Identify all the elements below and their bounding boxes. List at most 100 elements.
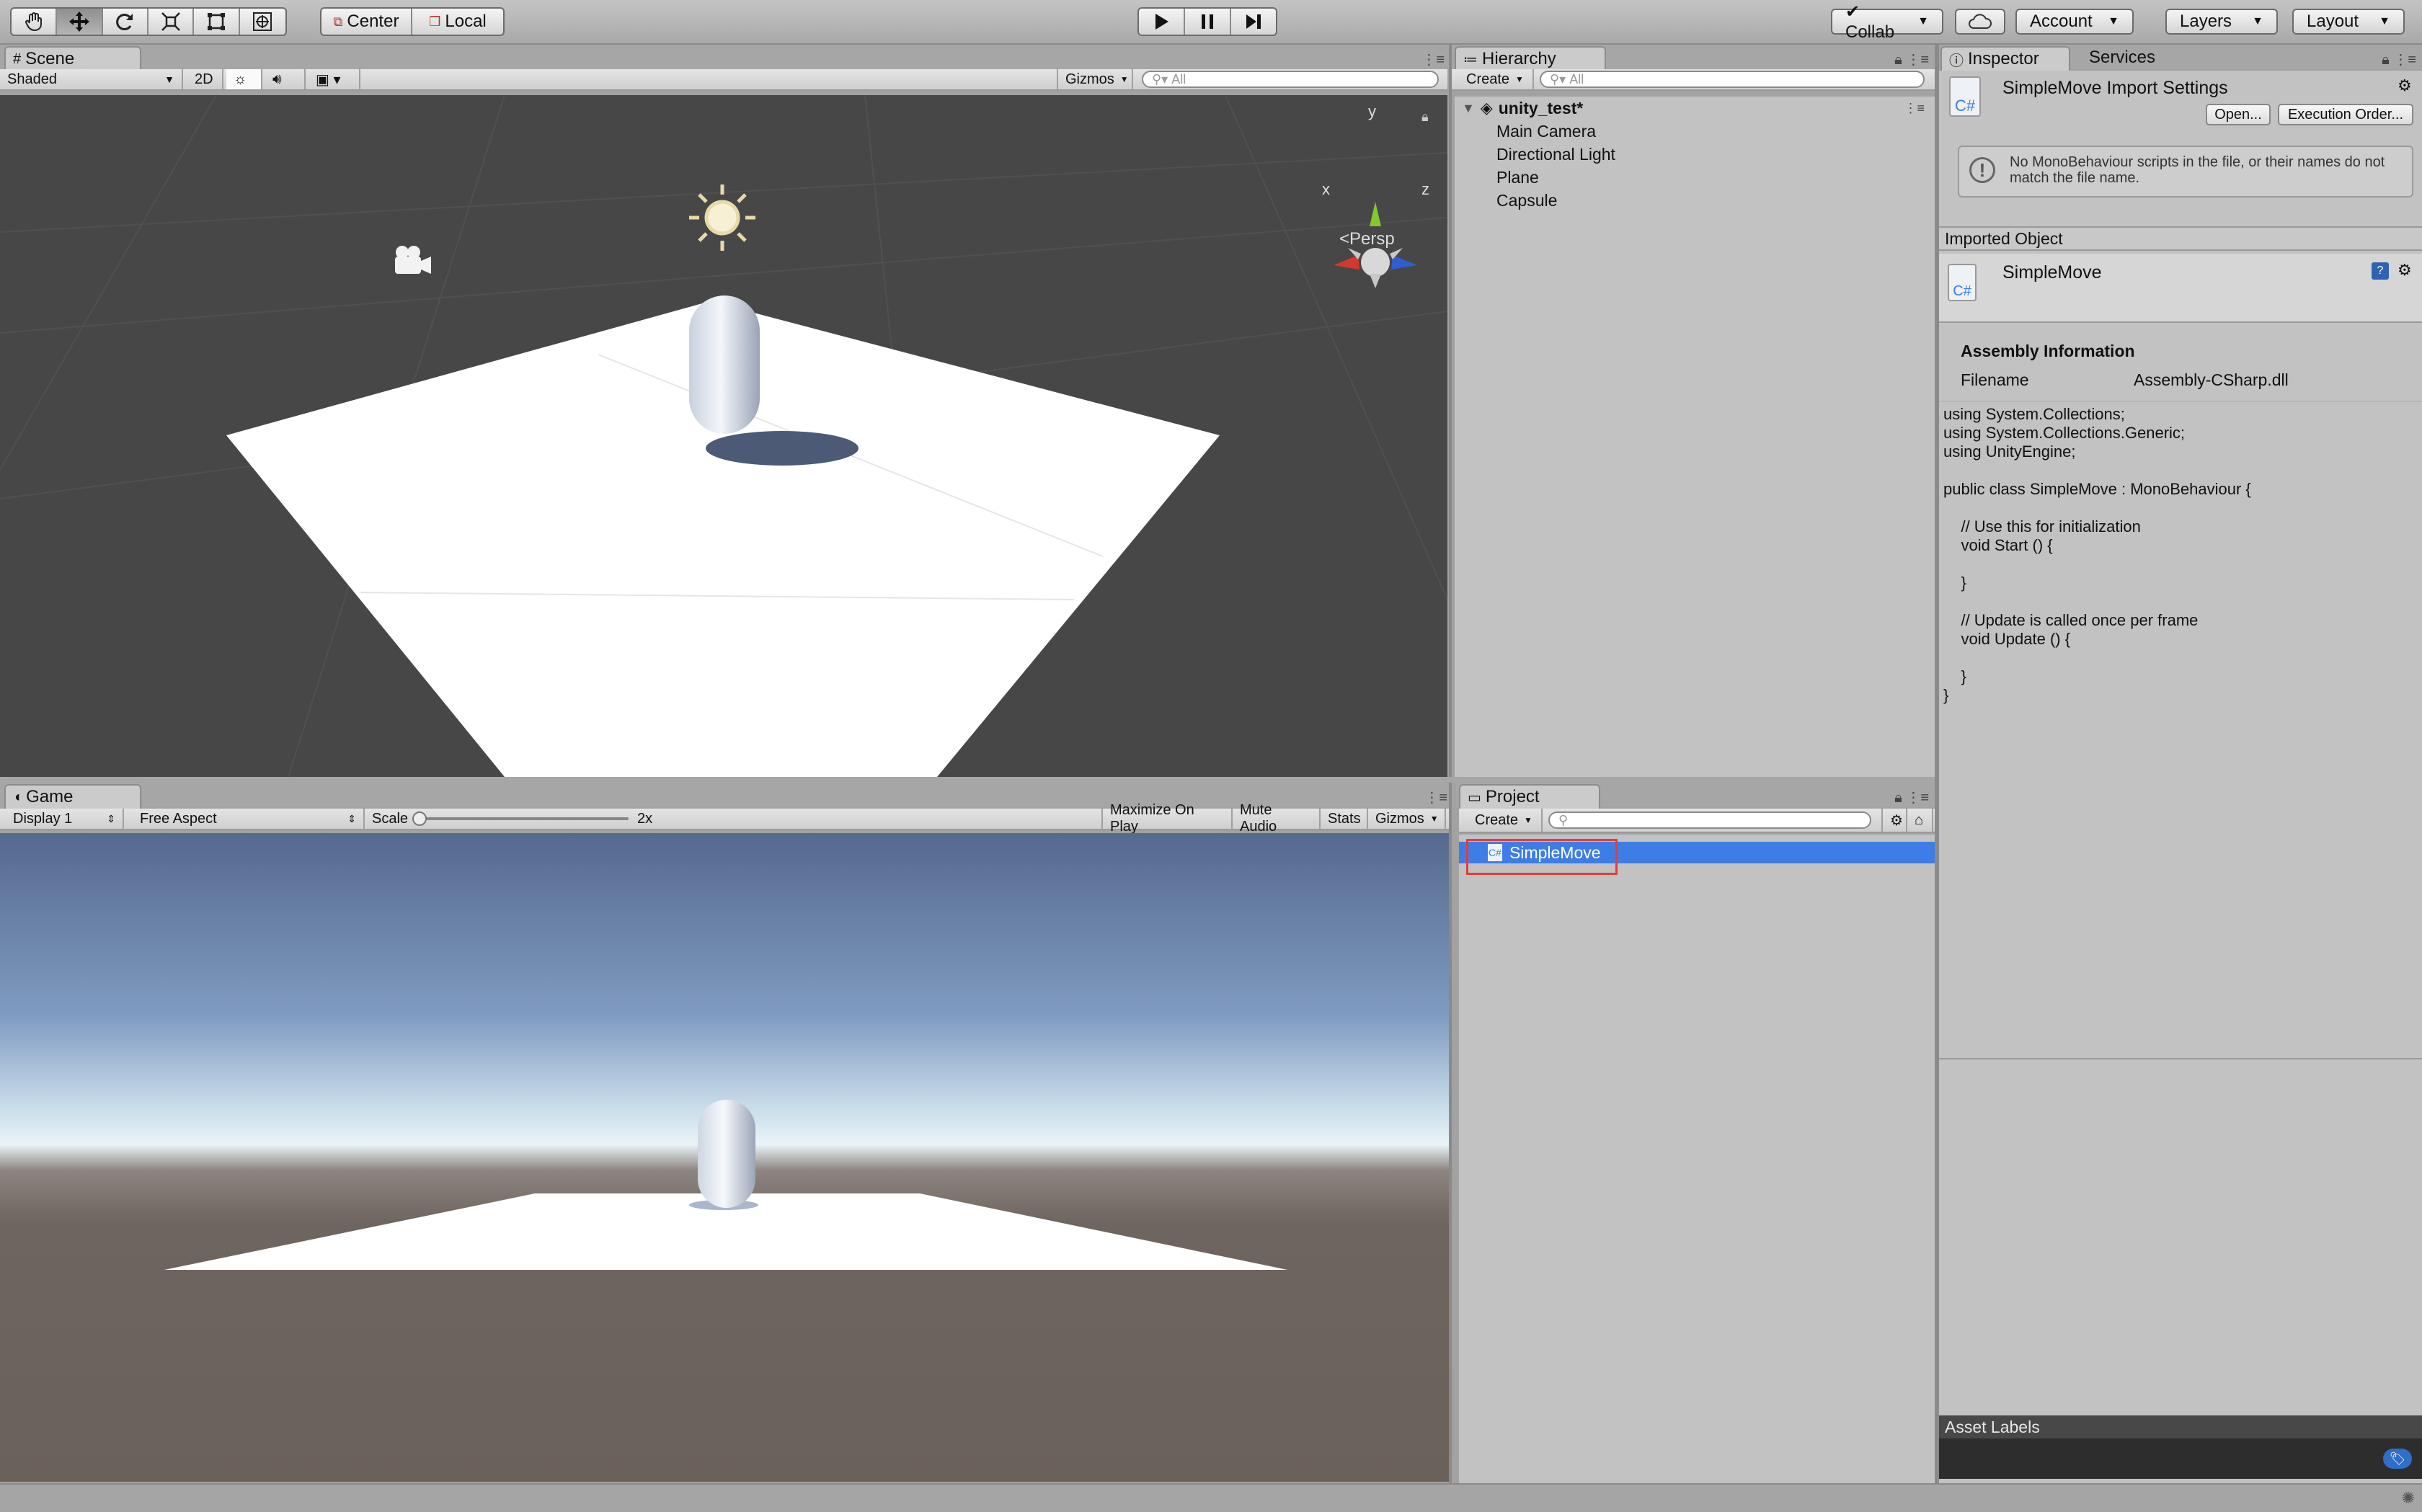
scale-tool-icon[interactable] — [148, 9, 195, 35]
game-tabbar: ◖ Game ⋮≡ — [0, 783, 1452, 809]
mode-2d-button[interactable]: 2D — [187, 69, 223, 89]
pivot-center-button[interactable]: ⧉ Center — [321, 9, 413, 35]
hierarchy-item[interactable]: Plane — [1455, 166, 1935, 189]
vertical-divider[interactable] — [1449, 45, 1452, 1483]
hierarchy-item[interactable]: Main Camera — [1455, 120, 1935, 143]
chevron-down-icon: ▼ — [2379, 15, 2390, 27]
help-icon[interactable]: ? — [2372, 262, 2389, 280]
scene-options-icon[interactable]: ⋮≡ — [1904, 101, 1925, 116]
scene-viewport[interactable]: y x z 🔒︎ <Persp — [0, 95, 1447, 777]
pane-options-icon[interactable]: 🔒︎ ⋮≡ — [1894, 50, 1929, 68]
warning-box: ! No MonoBehaviour scripts in the file, … — [1958, 146, 2413, 197]
horizontal-divider[interactable] — [0, 777, 1935, 783]
vertical-divider[interactable] — [1935, 45, 1939, 1483]
status-bar: ✺ — [0, 1483, 2422, 1512]
game-gizmos-label: Gizmos — [1375, 810, 1424, 827]
grid-icon: # — [13, 50, 22, 67]
imported-object-header: Imported Object — [1939, 226, 2422, 251]
cloud-button[interactable] — [1955, 9, 2005, 35]
hierarchy-item[interactable]: Directional Light — [1455, 143, 1935, 166]
hand-tool-icon[interactable] — [12, 9, 58, 35]
tab-project[interactable]: ▭ Project — [1459, 784, 1600, 809]
aspect-dropdown[interactable]: Free Aspect ⇕ — [133, 809, 365, 829]
project-search-input[interactable]: ⚲ — [1548, 811, 1871, 829]
check-icon: ✔ — [1845, 1, 1860, 22]
account-dropdown[interactable]: Account ▼ — [2015, 9, 2134, 35]
scale-value-container: 2x — [630, 809, 673, 829]
lighting-toggle-icon[interactable]: ☼ — [226, 69, 262, 89]
tab-hierarchy[interactable]: ≔ Hierarchy — [1455, 46, 1606, 71]
csharp-file-icon: C# — [1948, 264, 1977, 301]
layers-label: Layers — [2180, 12, 2232, 31]
tab-game-label: Game — [26, 787, 74, 806]
pause-icon[interactable] — [1185, 9, 1231, 35]
scene-search-input[interactable]: ⚲▾ All — [1142, 71, 1439, 88]
scale-slider-thumb[interactable] — [412, 811, 427, 826]
chevron-down-icon: ▼ — [1429, 814, 1439, 824]
audio-toggle-icon[interactable]: 🔊︎ — [265, 69, 306, 89]
tab-scene[interactable]: # Scene — [4, 46, 141, 71]
display-dropdown[interactable]: Display 1 ⇕ — [6, 809, 124, 829]
csharp-file-icon: C# — [1949, 76, 1981, 117]
game-viewport[interactable] — [0, 833, 1452, 1482]
asset-labels-bar: 🏷︎ — [1939, 1438, 2422, 1479]
hierarchy-create-label: Create — [1466, 71, 1510, 87]
move-tool-icon[interactable] — [57, 9, 103, 35]
tab-game[interactable]: ◖ Game — [4, 784, 141, 809]
scene-gizmos-dropdown[interactable]: Gizmos ▼ — [1057, 69, 1133, 89]
project-create-dropdown[interactable]: Create ▼ — [1468, 809, 1543, 832]
scale-slider-track[interactable] — [412, 811, 629, 826]
rotate-tool-icon[interactable] — [103, 9, 149, 35]
expand-triangle-icon[interactable]: ▼ — [1462, 101, 1475, 116]
pivot-icon: ⧉ — [333, 14, 343, 29]
camera-gizmo-icon — [395, 246, 431, 274]
tab-services[interactable]: Services — [2089, 48, 2155, 68]
scale-label: Scale — [372, 810, 409, 827]
lock-icon[interactable]: 🔒︎ — [1421, 110, 1429, 125]
stats-toggle[interactable]: Stats — [1321, 809, 1368, 829]
pane-options-icon[interactable]: ⋮≡ — [1421, 50, 1445, 68]
hierarchy-search-input[interactable]: ⚲▾ All — [1540, 71, 1925, 88]
axis-y-label: y — [1368, 102, 1376, 120]
label-tag-icon[interactable]: 🏷︎ — [2383, 1449, 2412, 1469]
game-control-bar: Display 1 ⇕ Free Aspect ⇕ Scale 2x Maximiz… — [0, 802, 1452, 835]
mute-audio-toggle[interactable]: Mute Audio — [1233, 802, 1321, 835]
project-create-label: Create — [1475, 811, 1519, 828]
warning-text: No MonoBehaviour scripts in the file, or… — [2010, 154, 2385, 186]
gear-icon[interactable]: ⚙ — [2397, 261, 2412, 280]
hierarchy-create-dropdown[interactable]: Create ▼ — [1459, 69, 1534, 89]
open-button-label: Open... — [2214, 106, 2262, 123]
open-button[interactable]: Open... — [2206, 104, 2271, 125]
space-local-button[interactable]: ❒ Local — [412, 9, 503, 35]
transform-tool-icon[interactable] — [240, 9, 285, 35]
persp-label-container[interactable]: <Persp — [1339, 229, 1395, 249]
layers-dropdown[interactable]: Layers ▼ — [2165, 9, 2278, 35]
hierarchy-scene-row[interactable]: ▼ ◈ unity_test* ⋮≡ — [1455, 97, 1935, 120]
game-gizmos-dropdown[interactable]: Gizmos ▼ — [1368, 809, 1446, 829]
execution-order-button[interactable]: Execution Order... — [2278, 104, 2413, 125]
collab-dropdown[interactable]: ✔ Collab ▼ — [1831, 2, 1943, 42]
filter-type-icon[interactable]: ⚙ — [1881, 809, 1907, 832]
layout-dropdown[interactable]: Layout ▼ — [2292, 9, 2405, 35]
assembly-info: Assembly Information Filename Assembly-C… — [1939, 324, 2422, 399]
play-icon[interactable] — [1139, 9, 1185, 35]
collab-label: Collab — [1845, 22, 1895, 42]
pane-options-icon[interactable]: 🔒︎ ⋮≡ — [2382, 50, 2416, 68]
step-icon[interactable] — [1231, 9, 1276, 35]
rect-tool-icon[interactable] — [194, 9, 240, 35]
hierarchy-item[interactable]: Capsule — [1455, 189, 1935, 212]
pane-options-icon[interactable]: 🔒︎ ⋮≡ — [1894, 788, 1929, 806]
tab-scene-label: Scene — [25, 49, 75, 68]
maximize-on-play-toggle[interactable]: Maximize On Play — [1101, 802, 1233, 835]
scene-render — [0, 95, 1447, 777]
tab-inspector[interactable]: ⓘ Inspector — [1940, 46, 2070, 71]
script-code: using System.Collections; using System.C… — [1943, 405, 2251, 704]
project-control-bar: Create ▼ ⚲ ⚙ ⌂ — [1459, 809, 1935, 833]
chevron-down-icon: ▼ — [1515, 74, 1524, 84]
shading-dropdown[interactable]: Shaded ▼ — [0, 69, 183, 89]
filter-label-icon[interactable]: ⌂ — [1907, 809, 1933, 832]
search-icon: ⚲▾ — [1152, 71, 1168, 86]
effects-dropdown-icon[interactable]: ▣ ▾ — [309, 69, 360, 89]
pane-options-icon[interactable]: ⋮≡ — [1424, 788, 1447, 806]
gear-icon[interactable]: ⚙ — [2397, 76, 2412, 95]
